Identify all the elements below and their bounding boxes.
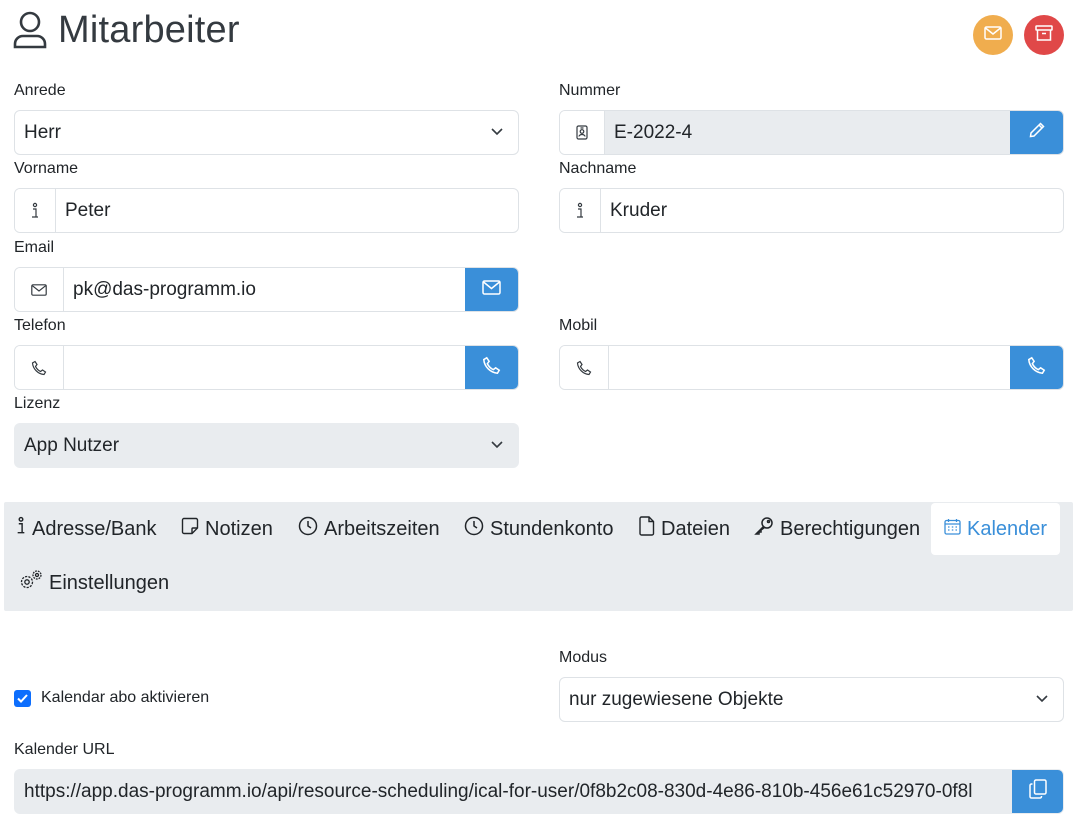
anrede-label: Anrede [14,82,66,99]
mobil-input[interactable] [609,346,1010,389]
file-icon [639,516,655,542]
phone-icon [15,346,64,389]
vorname-label: Vorname [14,160,79,177]
copy-icon [1028,779,1047,804]
mobil-group [559,345,1064,390]
telefon-group [14,345,519,390]
chevron-down-icon [490,435,504,457]
telefon-input[interactable] [64,346,465,389]
archive-icon [1035,24,1053,46]
envelope-icon [482,279,501,300]
send-email-button[interactable] [465,268,518,311]
lizenz-select[interactable]: App Nutzer [14,423,519,468]
pencil-icon [1028,121,1046,144]
tab-label: Arbeitszeiten [324,517,440,540]
nachname-group [559,188,1064,233]
clock-icon [298,516,318,542]
tab-label: Stundenkonto [490,517,614,540]
mobil-label: Mobil [559,317,598,334]
nummer-field: E-2022-4 [605,111,1010,154]
info-icon [16,516,26,542]
tab-adresse-bank[interactable]: Adresse/Bank [16,503,157,555]
archive-button[interactable] [1024,15,1064,55]
phone-icon [560,346,609,389]
kalender-url-group: https://app.das-programm.io/api/resource… [14,769,1064,814]
modus-value: nur zugewiesene Objekte [569,688,784,710]
gears-icon [19,569,43,597]
vorname-input[interactable] [56,189,518,232]
call-telefon-button[interactable] [465,346,518,389]
email-label: Email [14,239,55,256]
vorname-group [14,188,519,233]
email-group [14,267,519,312]
nachname-input[interactable] [601,189,1063,232]
tab-kalender[interactable]: Kalender [931,503,1061,555]
phone-icon [1027,356,1046,380]
nachname-label: Nachname [559,160,637,177]
tab-dateien[interactable]: Dateien [639,503,730,555]
note-icon [181,517,199,541]
edit-nummer-button[interactable] [1010,111,1063,154]
tab-label: Kalender [967,517,1048,540]
tab-label: Einstellungen [49,571,170,594]
modus-select[interactable]: nur zugewiesene Objekte [559,677,1064,722]
id-badge-icon [560,111,605,154]
abo-checkbox-label: Kalendar abo aktivieren [41,689,210,706]
nummer-group: E-2022-4 [559,110,1064,155]
anrede-select[interactable]: Herr [14,110,519,155]
tab-einstellungen[interactable]: Einstellungen [19,557,169,609]
abo-checkbox[interactable] [14,689,31,707]
page-title: Mitarbeiter [58,8,240,51]
calendar-icon [944,518,961,541]
envelope-icon [984,25,1002,45]
call-mobil-button[interactable] [1010,346,1063,389]
tab-label: Notizen [205,517,273,540]
chevron-down-icon [490,122,504,144]
chevron-down-icon [1035,689,1049,711]
tab-stundenkonto[interactable]: Stundenkonto [464,503,613,555]
tab-arbeitszeiten[interactable]: Arbeitszeiten [298,503,440,555]
email-input[interactable] [64,268,465,311]
lizenz-label: Lizenz [14,395,61,412]
key-icon [754,516,774,542]
copy-url-button[interactable] [1012,770,1063,813]
kalender-url-field[interactable]: https://app.das-programm.io/api/resource… [15,770,1012,813]
tab-label: Berechtigungen [780,517,921,540]
tab-notizen[interactable]: Notizen [181,503,273,555]
info-icon [560,189,601,232]
lizenz-value: App Nutzer [24,434,120,456]
anrede-value: Herr [24,121,61,143]
page-header: Mitarbeiter [12,8,240,52]
telefon-label: Telefon [14,317,66,334]
phone-icon [482,356,501,380]
user-icon [12,8,48,52]
envelope-icon [15,268,64,311]
kalender-url-label: Kalender URL [14,741,115,758]
info-icon [15,189,56,232]
tab-berechtigungen[interactable]: Berechtigungen [754,503,920,555]
tab-label: Dateien [661,517,730,540]
tab-label: Adresse/Bank [32,517,157,540]
modus-label: Modus [559,649,608,666]
tab-bar: Adresse/Bank Notizen Arbeitszeiten Stund… [4,502,1073,611]
nummer-label: Nummer [559,82,621,99]
abo-checkbox-row[interactable]: Kalendar abo aktivieren [14,689,209,707]
clock-icon [464,516,484,542]
send-mail-button[interactable] [973,15,1013,55]
